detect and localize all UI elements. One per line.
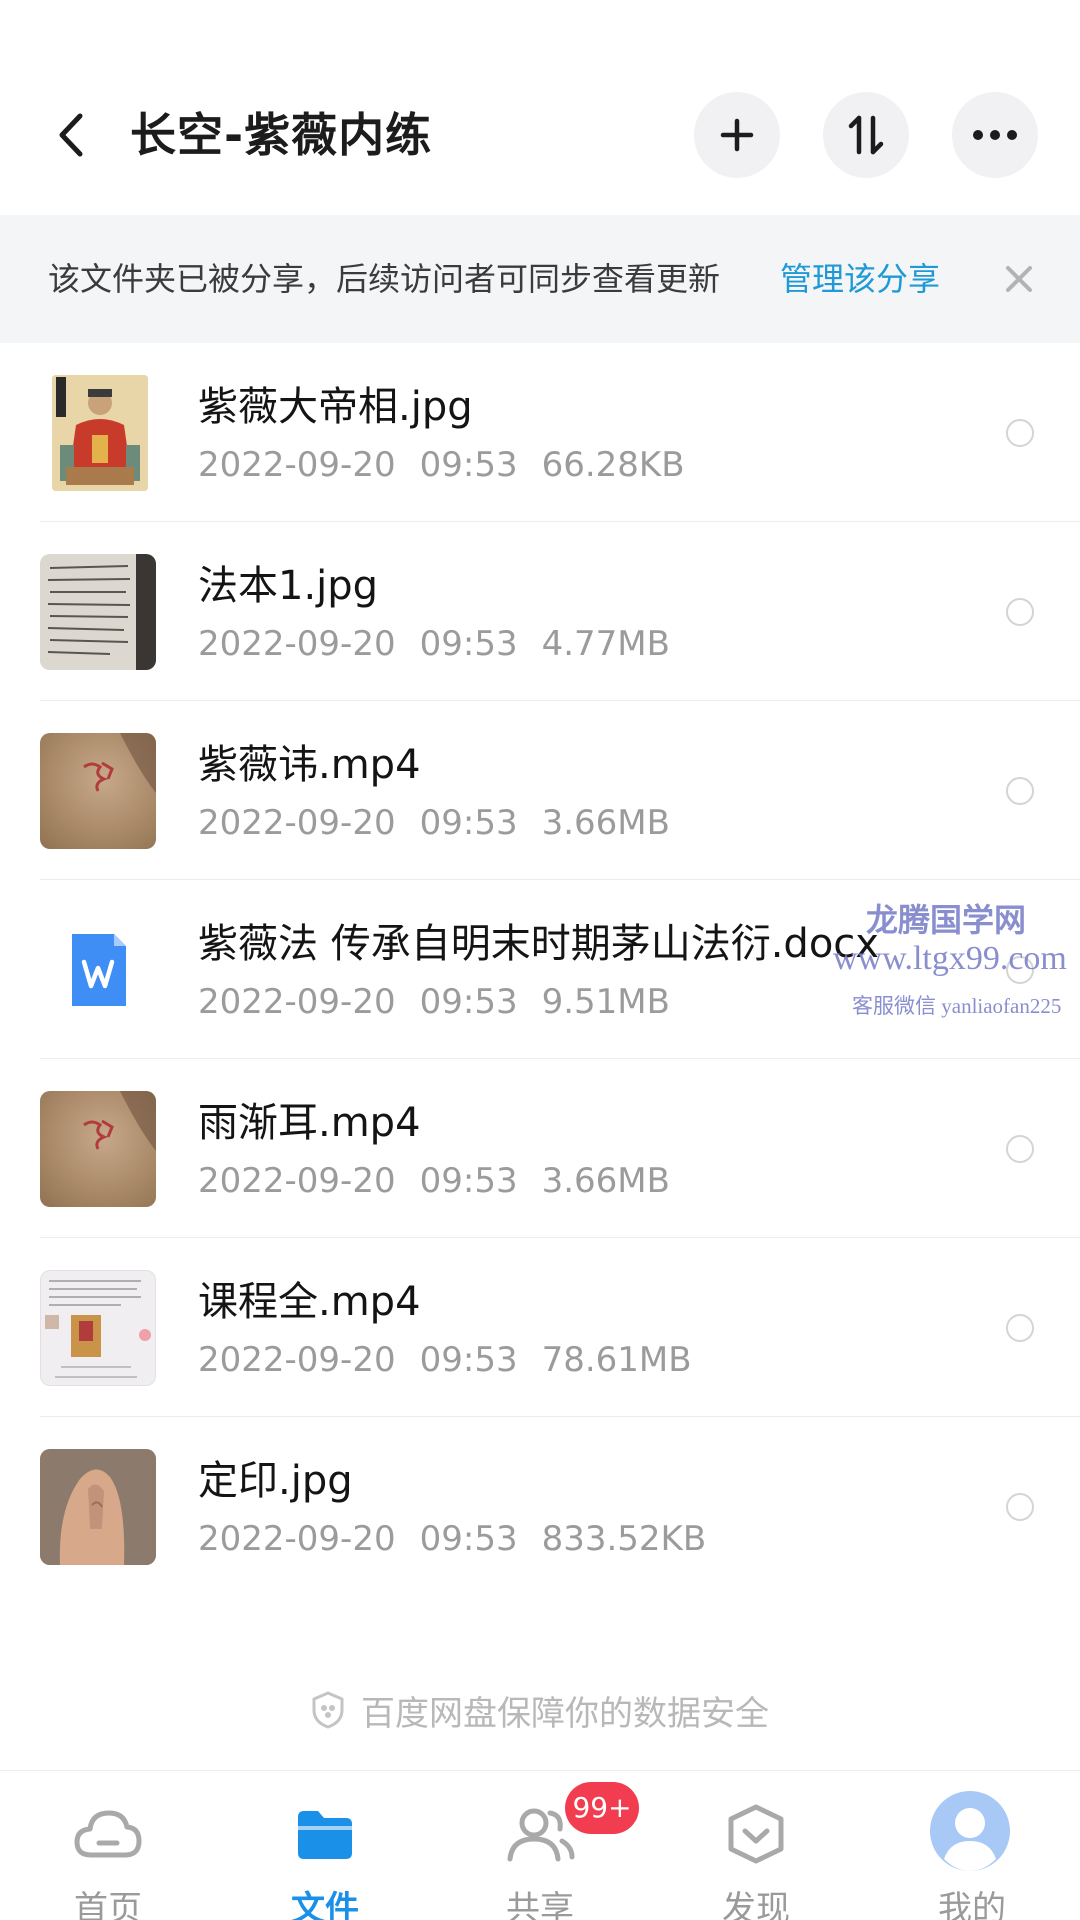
security-text: 百度网盘保障你的数据安全	[361, 1693, 769, 1734]
file-name: 课程全.mp4	[198, 1279, 421, 1325]
banner-close-button[interactable]	[995, 255, 1043, 303]
file-time: 09:53	[419, 803, 518, 843]
nav-label: 首页	[74, 1889, 142, 1920]
app-screen: 长空-紫薇内练 该文件夹已被分享，后续访问者可同步查看更新 管理该分享 紫薇大帝…	[0, 0, 1080, 1920]
file-row[interactable]: 紫薇大帝相.jpg 2022-09-20 09:53 66.28KB	[0, 343, 1080, 522]
painting-thumbnail	[52, 375, 148, 491]
file-size: 833.52KB	[541, 1519, 707, 1559]
file-date: 2022-09-20	[198, 982, 396, 1022]
file-name: 定印.jpg	[198, 1458, 353, 1504]
sort-icon	[848, 115, 884, 155]
nav-label: 我的	[938, 1889, 1006, 1920]
file-meta: 2022-09-20 09:53 9.51MB	[198, 982, 694, 1022]
more-dots-icon	[973, 130, 1017, 140]
file-row[interactable]: 法本1.jpg 2022-09-20 09:53 4.77MB	[0, 522, 1080, 701]
file-meta: 2022-09-20 09:53 3.66MB	[198, 803, 694, 843]
nav-label: 发现	[722, 1889, 790, 1920]
file-name: 紫薇大帝相.jpg	[198, 384, 473, 430]
share-banner-text: 该文件夹已被分享，后续访问者可同步查看更新	[48, 260, 721, 298]
file-time: 09:53	[419, 445, 518, 485]
file-meta: 2022-09-20 09:53 3.66MB	[198, 1161, 694, 1201]
sort-button[interactable]	[823, 92, 909, 178]
select-radio[interactable]	[1006, 419, 1034, 447]
folder-icon	[298, 1811, 352, 1859]
chevron-left-icon	[59, 113, 83, 157]
avatar-icon	[930, 1791, 1010, 1871]
file-time: 09:53	[419, 982, 518, 1022]
file-date: 2022-09-20	[198, 803, 396, 843]
select-radio[interactable]	[1006, 598, 1034, 626]
select-radio[interactable]	[1006, 1493, 1034, 1521]
file-date: 2022-09-20	[198, 1161, 396, 1201]
hand-photo-thumbnail	[40, 1449, 156, 1565]
file-date: 2022-09-20	[198, 1340, 396, 1380]
file-size: 78.61MB	[541, 1340, 692, 1380]
handwritten-paper-thumbnail	[40, 554, 156, 670]
share-banner: 该文件夹已被分享，后续访问者可同步查看更新 管理该分享	[0, 215, 1080, 343]
nav-label: 共享	[506, 1889, 574, 1920]
close-icon	[1006, 266, 1032, 292]
file-meta: 2022-09-20 09:53 4.77MB	[198, 624, 694, 664]
nav-label: 文件	[291, 1889, 359, 1920]
file-size: 4.77MB	[541, 624, 670, 664]
nav-home[interactable]: 首页	[28, 1771, 188, 1920]
file-size: 66.28KB	[541, 445, 685, 485]
file-time: 09:53	[419, 1340, 518, 1380]
watermark-title: 龙腾国学网	[866, 902, 1027, 938]
file-name: 法本1.jpg	[198, 563, 379, 609]
file-name: 紫薇讳.mp4	[198, 742, 421, 788]
nav-discover[interactable]: 发现	[676, 1771, 836, 1920]
select-radio[interactable]	[1006, 1135, 1034, 1163]
file-meta: 2022-09-20 09:53 78.61MB	[198, 1340, 716, 1380]
file-date: 2022-09-20	[198, 624, 396, 664]
file-row[interactable]: 定印.jpg 2022-09-20 09:53 833.52KB	[0, 1417, 1080, 1596]
file-row[interactable]: 紫薇讳.mp4 2022-09-20 09:53 3.66MB	[0, 701, 1080, 880]
back-button[interactable]	[46, 100, 96, 170]
watermark-url: www.ltgx99.com	[833, 940, 1067, 977]
file-size: 3.66MB	[541, 803, 670, 843]
word-doc-thumbnail	[40, 912, 156, 1028]
page-title: 长空-紫薇内练	[130, 108, 433, 162]
file-meta: 2022-09-20 09:53 833.52KB	[198, 1519, 730, 1559]
bottom-nav: 首页 文件 共享 发现 我的	[0, 1770, 1080, 1920]
plus-icon	[720, 118, 754, 152]
nav-me[interactable]: 我的	[892, 1771, 1052, 1920]
cloud-icon	[74, 1810, 142, 1858]
file-name: 雨渐耳.mp4	[198, 1100, 421, 1146]
header: 长空-紫薇内练	[0, 0, 1080, 215]
file-meta: 2022-09-20 09:53 66.28KB	[198, 445, 709, 485]
file-row[interactable]: 雨渐耳.mp4 2022-09-20 09:53 3.66MB	[0, 1059, 1080, 1238]
file-size: 3.66MB	[541, 1161, 670, 1201]
security-note: 百度网盘保障你的数据安全	[0, 1680, 1080, 1740]
screenshot-thumbnail	[40, 1270, 156, 1386]
select-radio[interactable]	[1006, 777, 1034, 805]
nav-files[interactable]: 文件	[245, 1771, 405, 1920]
shield-icon	[312, 1691, 344, 1729]
video-thumbnail	[40, 1091, 156, 1207]
word-doc-icon	[72, 934, 126, 1006]
add-button[interactable]	[694, 92, 780, 178]
more-button[interactable]	[952, 92, 1038, 178]
file-time: 09:53	[419, 1161, 518, 1201]
file-size: 9.51MB	[541, 982, 670, 1022]
file-time: 09:53	[419, 1519, 518, 1559]
watermark-contact: 客服微信 yanliaofan225	[852, 994, 1062, 1018]
select-radio[interactable]	[1006, 1314, 1034, 1342]
manage-share-link[interactable]: 管理该分享	[780, 215, 940, 343]
notification-badge: 99+	[565, 1782, 639, 1834]
discover-icon	[728, 1804, 784, 1864]
video-thumbnail	[40, 733, 156, 849]
file-date: 2022-09-20	[198, 445, 396, 485]
file-date: 2022-09-20	[198, 1519, 396, 1559]
file-time: 09:53	[419, 624, 518, 664]
file-row[interactable]: 课程全.mp4 2022-09-20 09:53 78.61MB	[0, 1238, 1080, 1417]
file-name: 紫薇法 传承自明末时期茅山法衍.docx	[198, 921, 879, 967]
